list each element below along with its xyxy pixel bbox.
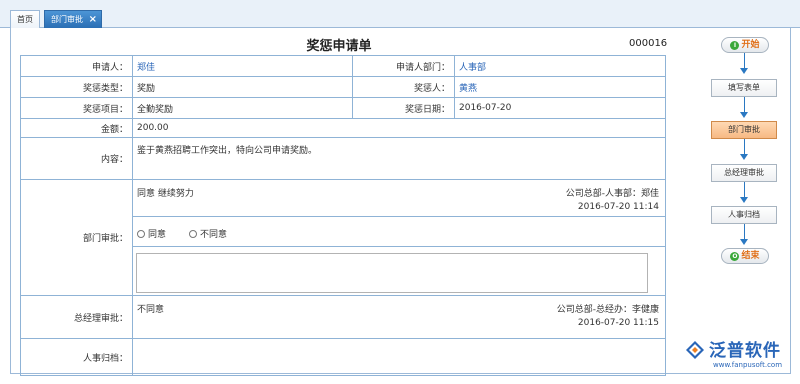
flow-start-node: I 开始	[721, 37, 769, 53]
radio-agree-option[interactable]: 同意	[137, 227, 166, 240]
item-label: 奖惩项目：	[21, 98, 133, 118]
flow-connector	[744, 53, 745, 69]
flow-step-fill-form: 填写表单	[711, 79, 777, 97]
radio-agree[interactable]	[137, 230, 145, 238]
flow-start-label: 开始	[741, 40, 760, 50]
tab-dept-approval[interactable]: 部门审批 ×	[44, 10, 102, 28]
item-value: 全勤奖励	[133, 98, 353, 118]
arrow-down-icon	[740, 112, 748, 118]
dept-time: 2016-07-20 11:14	[577, 202, 659, 212]
dept-comment-textarea[interactable]	[136, 253, 648, 293]
form-title: 奖惩申请单	[306, 39, 372, 54]
content-value: 鉴于黄燕招聘工作突出，特向公司申请奖励。	[137, 146, 318, 156]
gm-approval-label: 总经理审批：	[21, 296, 133, 338]
applicant-value[interactable]: 郑佳	[133, 56, 353, 76]
form-row-hr-archive: 人事归档：	[21, 339, 665, 375]
logo-name: 泛普软件	[709, 341, 781, 361]
tab-home[interactable]: 首页	[10, 10, 40, 28]
radio-disagree-option[interactable]: 不同意	[189, 227, 227, 240]
applicant-dept-value[interactable]: 人事部	[455, 56, 665, 76]
type-value: 奖励	[133, 77, 353, 97]
flow-connector	[744, 224, 745, 240]
flow-connector	[744, 139, 745, 155]
gm-time: 2016-07-20 11:15	[577, 318, 659, 328]
arrow-down-icon	[740, 197, 748, 203]
target-label: 奖惩人：	[353, 77, 455, 97]
form-row-gm-approval: 总经理审批： 不同意 公司总部-总经办：李健康 2016-07-20 11:15	[21, 296, 665, 339]
gm-approval-area: 不同意 公司总部-总经办：李健康 2016-07-20 11:15	[133, 296, 665, 338]
company-logo: 泛普软件 www.fanpusoft.com	[680, 330, 792, 374]
arrow-down-icon	[740, 239, 748, 245]
dept-approval-choice: 同意 不同意	[133, 217, 665, 247]
flow-step-dept-approval: 部门审批	[711, 121, 777, 139]
arrow-down-icon	[740, 154, 748, 160]
dept-signer: 公司总部-人事部：郑佳	[565, 189, 659, 199]
form-row-dept-approval: 部门审批： 同意 继续努力 公司总部-人事部：郑佳 2016-07-20 11:…	[21, 180, 665, 296]
gm-opinion: 不同意	[137, 305, 165, 315]
amount-value: 200.00	[137, 123, 169, 133]
form-row-type: 奖惩类型： 奖励 奖惩人： 黄燕	[21, 77, 665, 98]
type-label: 奖惩类型：	[21, 77, 133, 97]
form-row-applicant: 申请人： 郑佳 申请人部门： 人事部	[21, 56, 665, 77]
document-number: 000016	[629, 38, 668, 49]
dept-approval-record: 同意 继续努力 公司总部-人事部：郑佳 2016-07-20 11:14	[133, 180, 665, 217]
logo-url: www.fanpusoft.com	[713, 361, 783, 369]
dept-approval-label: 部门审批：	[21, 180, 133, 295]
start-icon: I	[730, 41, 740, 50]
radio-disagree-label: 不同意	[200, 230, 228, 240]
arrow-down-icon	[740, 68, 748, 74]
gm-signer: 公司总部-总经办：李健康	[556, 305, 659, 315]
dept-comment-area	[133, 247, 665, 296]
content-frame: 奖惩申请单 000016 申请人： 郑佳 申请人部门： 人事部 奖惩类型： 奖励…	[10, 28, 792, 376]
applicant-dept-label: 申请人部门：	[353, 56, 455, 76]
date-label: 奖惩日期：	[353, 98, 455, 118]
application-form: 申请人： 郑佳 申请人部门： 人事部 奖惩类型： 奖励 奖惩人： 黄燕 奖惩项目…	[20, 55, 666, 376]
dept-opinion: 同意 继续努力	[137, 189, 194, 199]
date-value: 2016-07-20	[459, 103, 512, 113]
form-row-amount: 金额： 200.00	[21, 119, 665, 138]
flow-end-node: O 结束	[721, 248, 769, 264]
applicant-label: 申请人：	[21, 56, 133, 76]
amount-label: 金额：	[21, 119, 133, 137]
form-row-content: 内容： 鉴于黄燕招聘工作突出，特向公司申请奖励。	[21, 138, 665, 180]
flow-connector	[744, 182, 745, 198]
radio-disagree[interactable]	[189, 230, 197, 238]
content-label: 内容：	[21, 138, 133, 179]
end-icon: O	[730, 252, 740, 261]
dept-approval-area: 同意 继续努力 公司总部-人事部：郑佳 2016-07-20 11:14 同意 …	[133, 180, 665, 295]
workflow-chart: I 开始 填写表单 部门审批 总经理审批 人事归档 O 结束 泛普软件 www.fa…	[667, 28, 792, 374]
tab-bar: 首页 部门审批 ×	[0, 0, 800, 28]
hr-archive-label: 人事归档：	[21, 339, 133, 375]
flow-connector	[744, 97, 745, 113]
flow-step-hr-archive: 人事归档	[711, 206, 777, 224]
hr-archive-value	[133, 339, 665, 375]
flow-step-gm-approval: 总经理审批	[711, 164, 777, 182]
tab-dept-approval-label: 部门审批	[51, 15, 83, 24]
logo-mark-icon	[686, 341, 704, 359]
form-row-item: 奖惩项目： 全勤奖励 奖惩日期： 2016-07-20	[21, 98, 665, 119]
radio-agree-label: 同意	[148, 230, 167, 240]
target-value[interactable]: 黄燕	[455, 77, 665, 97]
flow-end-label: 结束	[741, 251, 760, 261]
close-icon[interactable]: ×	[89, 11, 97, 28]
